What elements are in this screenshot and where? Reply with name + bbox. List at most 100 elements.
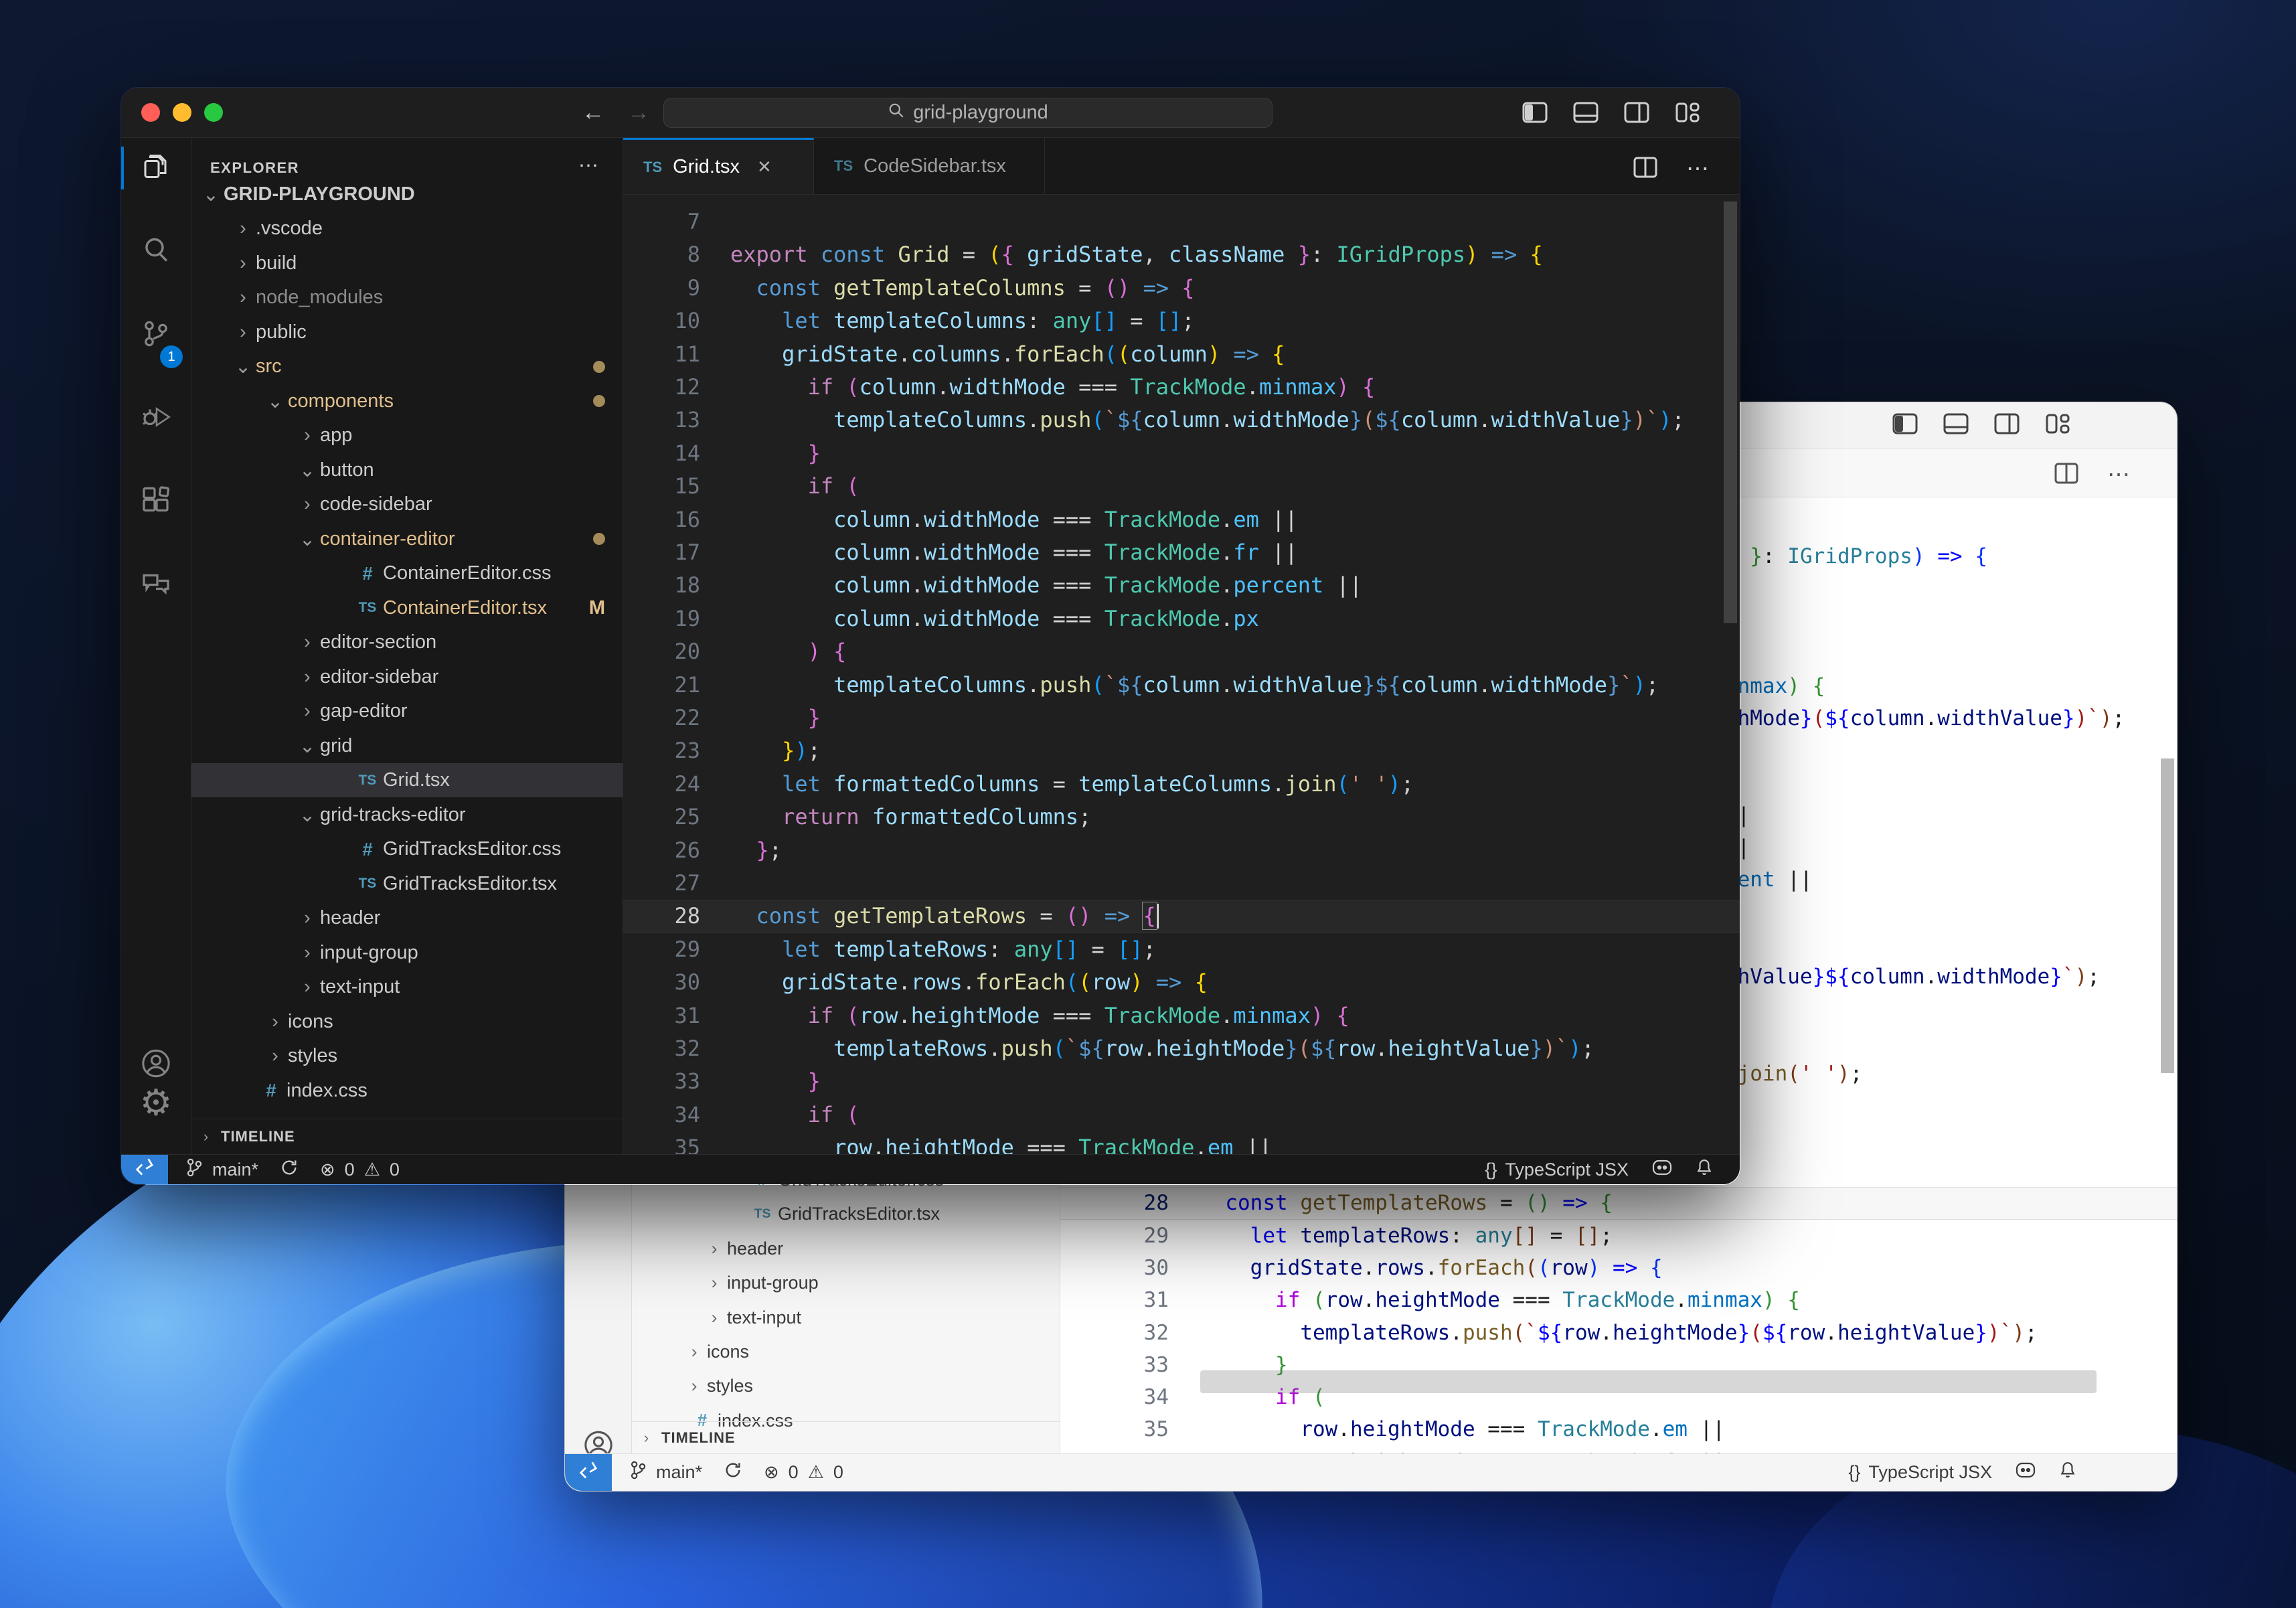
tree-item-styles[interactable]: › styles: [632, 1369, 1060, 1403]
copilot-icon[interactable]: [1651, 1158, 1673, 1182]
code-lines[interactable]: 7 8 export const Grid = ({ gridState, clas…: [623, 195, 1740, 1154]
code-line-24[interactable]: 24 let formattedColumns = templateColumn…: [623, 768, 1740, 801]
code-line-8[interactable]: 8 export const Grid = ({ gridState, class…: [623, 238, 1740, 271]
code-line-14[interactable]: 14 }: [623, 437, 1740, 470]
remote-indicator-icon[interactable]: [565, 1454, 612, 1491]
code-line-32[interactable]: 32 templateRows.push(`${row.heightMode}(…: [1060, 1317, 2177, 1349]
code-line-16[interactable]: 16 column.widthMode === TrackMode.em ||: [623, 503, 1740, 536]
explorer-icon[interactable]: [140, 151, 172, 186]
explorer-more-icon[interactable]: ⋯: [578, 154, 598, 177]
search-view-icon[interactable]: [140, 234, 172, 270]
tree-item-input-group[interactable]: › input-group: [632, 1266, 1060, 1300]
code-line-19[interactable]: 19 column.widthMode === TrackMode.px: [623, 602, 1740, 635]
code-line-7[interactable]: 7: [623, 206, 1740, 238]
code-line-27[interactable]: 27: [623, 867, 1740, 900]
tree-item-app[interactable]: › app: [191, 418, 623, 453]
code-line-18[interactable]: 18 column.widthMode === TrackMode.percen…: [623, 569, 1740, 602]
code-line-29[interactable]: 29 let templateRows: any[] = [];: [1060, 1220, 2177, 1252]
split-editor-icon[interactable]: [1633, 157, 1657, 181]
tab-codesidebar-tsx[interactable]: TS CodeSidebar.tsx: [814, 138, 1045, 194]
notifications-bell-icon[interactable]: [1696, 1158, 1713, 1182]
titlebar[interactable]: ← → grid-playground: [121, 88, 1740, 138]
extensions-icon[interactable]: [140, 485, 172, 521]
git-branch-label[interactable]: main*: [212, 1159, 258, 1180]
code-line-28[interactable]: 28 const getTemplateRows = () => {: [623, 900, 1740, 933]
tree-item-editor-section[interactable]: › editor-section: [191, 625, 623, 660]
tree-item-grid-playground[interactable]: ⌄GRID-PLAYGROUND: [191, 177, 623, 212]
close-window-icon[interactable]: [141, 103, 160, 122]
toggle-sidebar-icon[interactable]: [1522, 102, 1548, 123]
tree-item-gridtrackseditor-css[interactable]: # GridTracksEditor.css: [191, 832, 623, 867]
tree-item-grid-tsx[interactable]: TS Grid.tsx: [191, 762, 623, 798]
tree-item-node-modules[interactable]: › node_modules: [191, 280, 623, 315]
editor-scrollbar[interactable]: [1724, 195, 1737, 1154]
code-line-35[interactable]: 35 row.heightMode === TrackMode.em ||: [623, 1131, 1740, 1154]
tree-item-container-editor[interactable]: ⌄container-editor: [191, 521, 623, 556]
window-controls[interactable]: [141, 103, 223, 122]
sync-icon[interactable]: [724, 1461, 742, 1484]
git-branch-icon[interactable]: [185, 1157, 203, 1182]
code-line-12[interactable]: 12 if (column.widthMode === TrackMode.mi…: [623, 371, 1740, 404]
code-line-32[interactable]: 32 templateRows.push(`${row.heightMode}(…: [623, 1032, 1740, 1065]
toggle-secondary-sidebar-icon[interactable]: [1624, 102, 1649, 123]
toggle-panel-icon[interactable]: [1573, 102, 1598, 123]
customize-layout-icon[interactable]: [2046, 414, 2070, 434]
timeline-section[interactable]: › TIMELINE: [632, 1421, 1060, 1453]
status-bar[interactable]: main* ⊗ 0 ⚠ 0 {} TypeScript JSX: [565, 1453, 2177, 1491]
split-editor-icon[interactable]: [2054, 463, 2078, 487]
code-line-33[interactable]: 33 }: [623, 1065, 1740, 1098]
git-branch-label[interactable]: main*: [656, 1462, 702, 1483]
code-line-17[interactable]: 17 column.widthMode === TrackMode.fr ||: [623, 536, 1740, 569]
warnings-icon[interactable]: ⚠: [808, 1462, 824, 1483]
tree-item-containereditor-css[interactable]: # ContainerEditor.css: [191, 556, 623, 591]
toggle-sidebar-icon[interactable]: [1892, 413, 1918, 434]
code-line-15[interactable]: 15 if (: [623, 470, 1740, 503]
tree-item-containereditor-tsx[interactable]: TS ContainerEditor.tsx M: [191, 590, 623, 625]
git-branch-icon[interactable]: [629, 1460, 647, 1485]
tree-item-src[interactable]: ⌄src: [191, 349, 623, 384]
tab-bar[interactable]: TS Grid.tsx ✕ TS CodeSidebar.tsx ⋯: [623, 138, 1740, 195]
code-line-13[interactable]: 13 templateColumns.push(`${column.widthM…: [623, 404, 1740, 436]
tree-item-build[interactable]: › build: [191, 246, 623, 280]
code-line-21[interactable]: 21 templateColumns.push(`${column.widthV…: [623, 669, 1740, 702]
minimize-window-icon[interactable]: [173, 103, 191, 122]
tree-item-public[interactable]: › public: [191, 315, 623, 349]
tree-item-text-input[interactable]: › text-input: [191, 970, 623, 1005]
code-line-22[interactable]: 22 }: [623, 702, 1740, 734]
tree-item--vscode[interactable]: › .vscode: [191, 212, 623, 246]
toggle-panel-icon[interactable]: [1943, 413, 1969, 434]
code-line-31[interactable]: 31 if (row.heightMode === TrackMode.minm…: [1060, 1284, 2177, 1316]
code-line-20[interactable]: 20 ) {: [623, 635, 1740, 668]
tree-item-icons[interactable]: › icons: [632, 1335, 1060, 1369]
tree-item-index-css[interactable]: # index.css: [191, 1073, 623, 1108]
language-mode[interactable]: TypeScript JSX: [1505, 1159, 1629, 1180]
language-mode[interactable]: TypeScript JSX: [1868, 1462, 1992, 1483]
errors-icon[interactable]: ⊗: [320, 1159, 335, 1180]
chat-icon[interactable]: [140, 569, 172, 605]
customize-layout-icon[interactable]: [1675, 102, 1700, 123]
tab-grid-tsx[interactable]: TS Grid.tsx ✕: [623, 138, 814, 194]
accounts-icon[interactable]: [141, 1048, 171, 1082]
code-line-23[interactable]: 23 });: [623, 734, 1740, 767]
copilot-icon[interactable]: [2015, 1461, 2036, 1484]
vscode-window-main[interactable]: ← → grid-playground TS Grid.tsx ✕ TS Cod…: [120, 87, 1740, 1185]
toggle-secondary-sidebar-icon[interactable]: [1994, 413, 2020, 434]
history-back-icon[interactable]: ←: [582, 100, 604, 126]
settings-gear-icon[interactable]: ⚙: [140, 1082, 172, 1124]
run-debug-icon[interactable]: [140, 402, 172, 437]
code-line-10[interactable]: 10 let templateColumns: any[] = [];: [623, 305, 1740, 337]
remote-indicator-icon[interactable]: [121, 1155, 168, 1184]
tree-item-icons[interactable]: › icons: [191, 1004, 623, 1039]
tree-item-editor-sidebar[interactable]: › editor-sidebar: [191, 659, 623, 694]
tree-item-gridtrackseditor-tsx[interactable]: TS GridTracksEditor.tsx: [632, 1197, 1060, 1231]
code-line-11[interactable]: 11 gridState.columns.forEach((column) =>…: [623, 338, 1740, 371]
timeline-section[interactable]: › TIMELINE: [191, 1119, 623, 1154]
tree-item-grid-tracks-editor[interactable]: ⌄grid-tracks-editor: [191, 797, 623, 832]
code-line-29[interactable]: 29 let templateRows: any[] = [];: [623, 933, 1740, 966]
code-line-9[interactable]: 9 const getTemplateColumns = () => {: [623, 272, 1740, 305]
tree-item-gridtrackseditor-tsx[interactable]: TS GridTracksEditor.tsx: [191, 866, 623, 901]
tree-item-gap-editor[interactable]: › gap-editor: [191, 694, 623, 729]
status-bar[interactable]: main* ⊗ 0 ⚠ 0 {} TypeScript JSX: [121, 1154, 1740, 1184]
tree-item-code-sidebar[interactable]: › code-sidebar: [191, 487, 623, 522]
code-line-30[interactable]: 30 gridState.rows.forEach((row) => {: [623, 966, 1740, 999]
